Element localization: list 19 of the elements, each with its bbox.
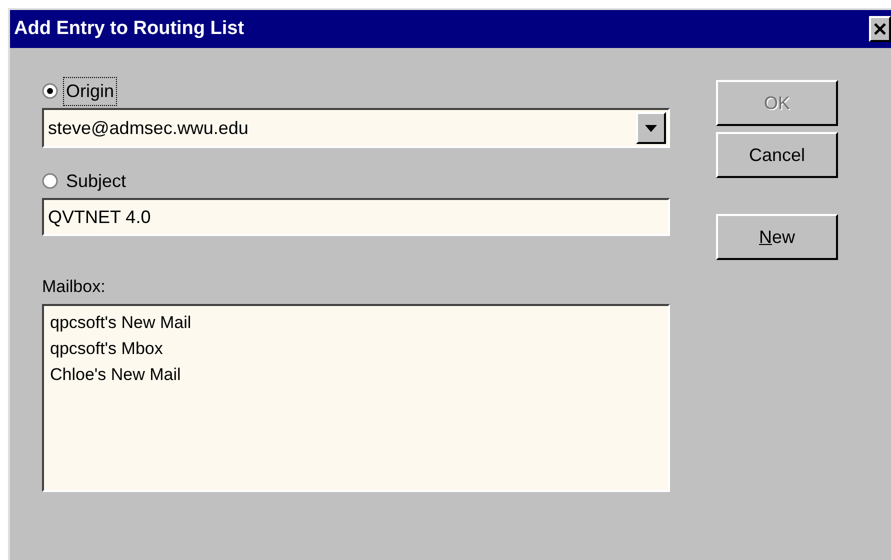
mailbox-item[interactable]: qpcsoft's New Mail [50,310,192,336]
window-title: Add Entry to Routing List [14,16,244,41]
dropdown-button[interactable] [636,112,666,144]
radio-label[interactable]: Origin [64,78,116,104]
close-button[interactable] [869,16,891,42]
dialog-button[interactable]: Cancel [716,132,838,178]
mailbox-list[interactable]: qpcsoft's New Mail qpcsoft's Mbox Chloe's New Mail [42,304,670,492]
mailbox-item[interactable]: Chloe's New Mail [50,362,181,388]
caret-icon [645,124,657,132]
radio-button[interactable] [42,173,58,189]
radio-label[interactable]: Subject [64,168,128,194]
mailbox-item[interactable]: qpcsoft's Mbox [50,336,163,362]
subject-field[interactable]: QVTNET 4.0 [42,198,670,236]
close-icon [874,23,886,35]
dialog-button[interactable]: New [716,214,838,260]
mailbox-label: Mailbox: [42,276,106,298]
dropdown-field[interactable]: steve@admsec.wwu.edu [42,108,670,148]
dropdown-value: steve@admsec.wwu.edu [48,116,248,140]
radio-button[interactable] [42,83,58,99]
